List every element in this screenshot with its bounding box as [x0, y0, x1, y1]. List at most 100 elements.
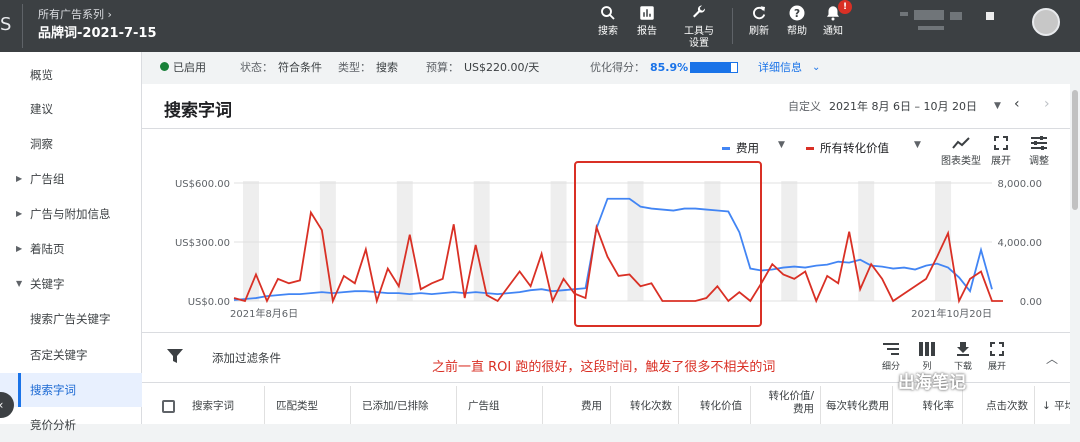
y-left-tick-label: US$300.00: [175, 238, 230, 249]
weekend-band: [858, 181, 875, 301]
sidebar-item-ads-extensions[interactable]: ▶ 广告与附加信息: [0, 197, 142, 231]
logo-divider: [22, 4, 23, 48]
optimization-score-bar: [690, 62, 738, 73]
column-divider: [350, 386, 351, 424]
column-header-conv-value-per-cost[interactable]: 转化价值/ 费用: [756, 390, 814, 416]
type-value: 搜索: [376, 61, 398, 74]
y-left-tick-label: US$0.00: [188, 297, 230, 308]
report-icon: [640, 6, 654, 20]
column-header-clicks[interactable]: 点击次数: [968, 400, 1028, 413]
optimization-score[interactable]: 85.9%: [650, 52, 688, 84]
column-divider: [678, 386, 679, 424]
sidebar-item-search-terms[interactable]: 搜索字词: [0, 373, 142, 407]
column-header-cost[interactable]: 费用: [552, 400, 602, 413]
column-header-cost-per-conv[interactable]: 每次转化费用: [826, 400, 890, 413]
conv-value-series-line: [233, 209, 1003, 305]
expand-table-label: 展开: [987, 362, 1006, 372]
search-button[interactable]: 搜索: [588, 4, 628, 38]
sidebar-item-label: 竞价分析: [30, 418, 76, 432]
sidebar-item-label: 搜索广告关键字: [30, 312, 111, 326]
y-left-tick-label: US$600.00: [175, 179, 230, 190]
weekend-band: [550, 181, 567, 301]
sidebar-item-landing-pages[interactable]: ▶ 着陆页: [0, 232, 142, 266]
sidebar-item-recommendations[interactable]: 建议: [0, 92, 142, 126]
column-header-search-term[interactable]: 搜索字词: [192, 400, 234, 413]
sidebar-item-label: 广告与附加信息: [30, 207, 111, 221]
column-divider: [750, 386, 751, 424]
performance-line-chart: US$0.00 US$300.00 US$600.00 0.00 4,000.00 8,0…: [175, 161, 1042, 327]
column-divider: [456, 386, 457, 424]
details-link[interactable]: 详细信息: [758, 52, 802, 84]
page-scrollbar[interactable]: [1070, 84, 1080, 424]
expand-table-button[interactable]: 展开: [982, 342, 1012, 372]
y-right-tick-label: 0.00: [1020, 297, 1042, 308]
sidebar-item-label: 搜索字词: [30, 383, 76, 397]
cost-series-line: [233, 197, 993, 301]
notification-badge: !: [838, 0, 852, 14]
filter-icon[interactable]: [166, 348, 184, 364]
campaign-title[interactable]: 品牌词-2021-7-15: [38, 22, 157, 41]
state-label: 状态：: [240, 61, 273, 74]
weekend-band: [242, 181, 259, 301]
account-info-blurred[interactable]: [900, 10, 1020, 38]
sidebar-item-label: 关键字: [30, 277, 65, 291]
y-right-tick-label: 8,000.00: [997, 179, 1042, 190]
campaign-status-bar: 已启用 状态： 符合条件 类型： 搜索 预算： US$220.00/天 优化得分…: [142, 52, 1080, 84]
enabled-status[interactable]: 已启用: [160, 52, 206, 84]
sidebar-item-label: 建议: [30, 102, 53, 116]
weekend-band: [473, 181, 490, 301]
sidebar-item-auction-insights[interactable]: 竞价分析: [0, 408, 142, 442]
sidebar-item-keywords[interactable]: ▼ 关键字: [0, 267, 142, 301]
sidebar-item-insights[interactable]: 洞察: [0, 127, 142, 161]
breadcrumb[interactable]: 所有广告系列 ›: [38, 6, 112, 22]
add-filter-button[interactable]: 添加过滤条件: [212, 350, 281, 366]
column-header-added-excluded[interactable]: 已添加/已排除: [362, 400, 429, 413]
weekend-band: [781, 181, 798, 301]
sidebar-item-negative-keywords[interactable]: 否定关键字: [0, 338, 142, 372]
refresh-button[interactable]: 刷新: [739, 4, 779, 38]
help-label: 帮助: [787, 26, 807, 37]
caret-right-icon: ▶: [16, 209, 23, 218]
chart-table-divider: [142, 332, 1070, 333]
sidebar-item-label: 着陆页: [30, 242, 65, 256]
avatar[interactable]: [1032, 8, 1060, 36]
refresh-label: 刷新: [749, 26, 769, 37]
column-header-avg[interactable]: ↓ 平均: [1042, 400, 1070, 413]
download-icon: [957, 342, 969, 356]
column-header-match-type[interactable]: 匹配类型: [276, 400, 318, 413]
side-navigation: 概览 建议 洞察 ▶ 广告组 ▶ 广告与附加信息 ▶ 着陆页 ▼ 关键字 搜索广告关键字…: [0, 52, 142, 432]
select-all-checkbox[interactable]: [162, 400, 175, 413]
reports-button[interactable]: 报告: [627, 4, 667, 38]
product-logo-letter: S: [0, 14, 12, 35]
y-right-tick-label: 4,000.00: [997, 238, 1042, 249]
x-start-label: 2021年8月6日: [230, 307, 298, 320]
column-header-conversions[interactable]: 转化次数: [618, 400, 672, 413]
columns-icon: [919, 342, 935, 356]
column-header-conv-rate[interactable]: 转化率: [900, 400, 955, 413]
svg-text:?: ?: [794, 8, 800, 20]
chevron-up-icon[interactable]: ︿: [1046, 350, 1058, 367]
sidebar-item-overview[interactable]: 概览: [0, 58, 142, 92]
sidebar-item-search-keywords[interactable]: 搜索广告关键字: [0, 302, 142, 336]
segment-icon: [883, 343, 899, 355]
sidebar-item-label: 洞察: [30, 137, 53, 151]
search-label: 搜索: [598, 26, 618, 37]
sidebar-item-ad-groups[interactable]: ▶ 广告组: [0, 162, 142, 196]
fullscreen-icon: [990, 342, 1004, 356]
column-divider: [820, 386, 821, 424]
help-button[interactable]: ? 帮助: [777, 4, 817, 38]
search-terms-card: 搜索字词 自定义 2021年 8月 6日 – 10月 20日 ▼ ‹ › 费用 ▼…: [142, 84, 1070, 424]
state-value: 符合条件: [278, 61, 322, 74]
tools-settings-button[interactable]: 工具与 设置: [677, 4, 721, 50]
enabled-label: 已启用: [173, 61, 206, 74]
column-divider: [542, 386, 543, 424]
column-header-conv-value[interactable]: 转化价值: [686, 400, 742, 413]
sidebar-item-label: 否定关键字: [30, 348, 88, 362]
weekend-band: [319, 181, 336, 301]
wrench-icon: [693, 5, 706, 18]
column-divider: [610, 386, 611, 424]
column-header-ad-group[interactable]: 广告组: [468, 400, 500, 413]
column-divider: [264, 386, 265, 424]
scrollbar-thumb[interactable]: [1072, 90, 1078, 210]
chevron-down-icon[interactable]: ⌄: [812, 52, 820, 84]
